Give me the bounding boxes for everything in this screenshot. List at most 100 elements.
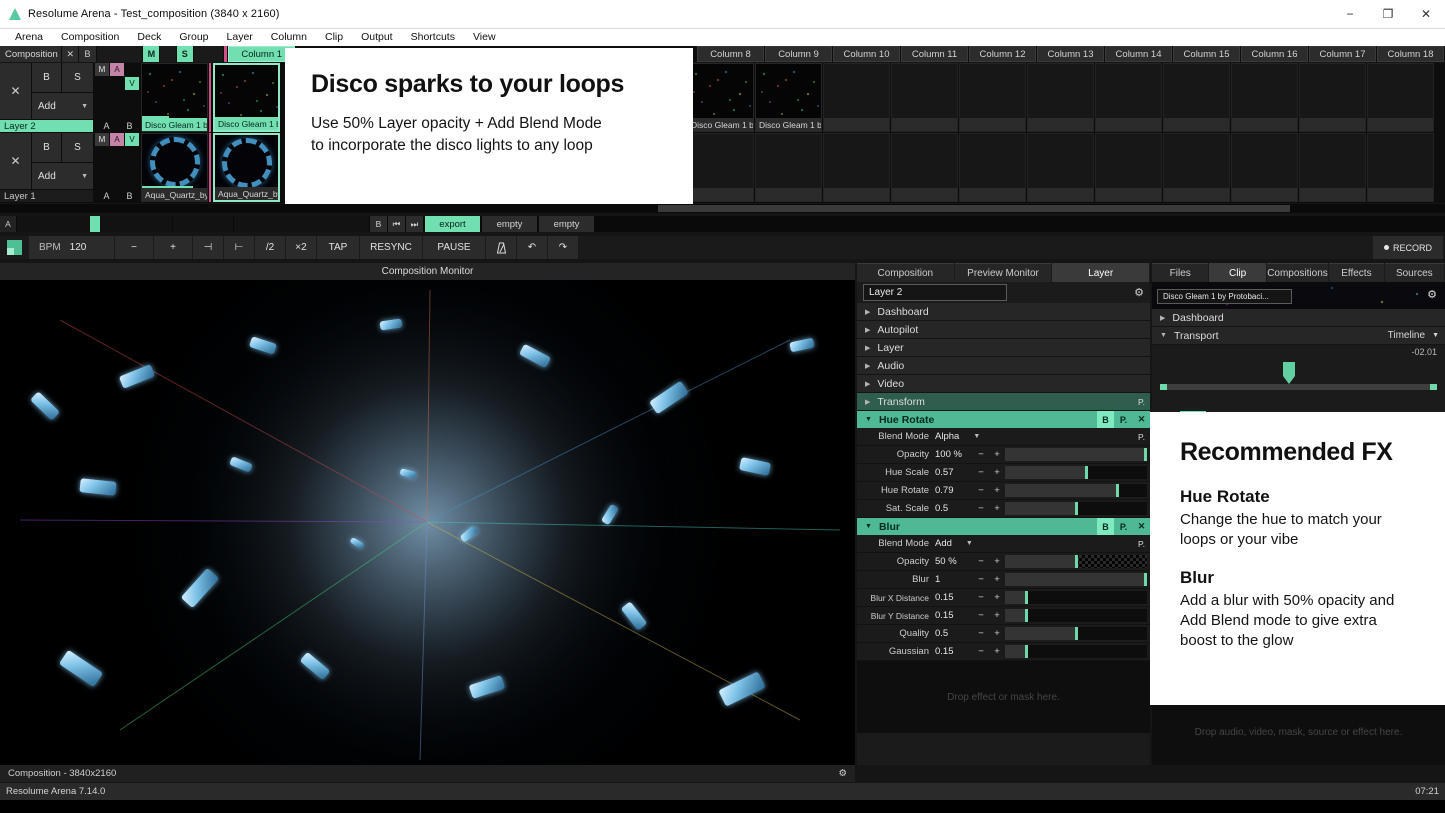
param-increase-button[interactable]: + xyxy=(989,503,1005,514)
param-increase-button[interactable]: + xyxy=(989,556,1005,567)
blend-mode-parameter-button[interactable]: P. xyxy=(1133,539,1150,549)
clip-cell-l2-c0[interactable]: Disco Gleam 1 by ... xyxy=(141,63,208,132)
param-decrease-button[interactable]: − xyxy=(973,628,989,639)
layer-1-name[interactable]: Layer 1 xyxy=(0,190,93,202)
column-header-17[interactable]: Column 17 xyxy=(1309,46,1376,62)
nudge-right-button[interactable]: ⊢ xyxy=(224,236,254,259)
tab-compositions[interactable]: Compositions xyxy=(1267,263,1328,282)
tab-files[interactable]: Files xyxy=(1152,263,1208,282)
menu-deck[interactable]: Deck xyxy=(128,29,170,46)
composition-close-button[interactable]: ✕ xyxy=(62,46,78,62)
deck-a-crossfade-track[interactable] xyxy=(17,216,172,232)
param-value[interactable]: 0.5 xyxy=(935,503,973,514)
clip-section-dashboard[interactable]: ▶Dashboard xyxy=(1152,309,1445,327)
clip-cell-l1-c1[interactable]: Aqua_Quartz_by_... xyxy=(213,133,280,202)
composition-tab[interactable]: Composition xyxy=(0,46,61,62)
loop-out-marker[interactable] xyxy=(1430,384,1437,390)
transport-mode-value[interactable]: Timeline xyxy=(1388,330,1425,341)
param-value[interactable]: 0.15 xyxy=(935,646,973,657)
param-value[interactable]: 0.5 xyxy=(935,628,973,639)
section-audio[interactable]: ▶Audio xyxy=(857,357,1150,375)
column-header-8[interactable]: Column 8 xyxy=(697,46,764,62)
layer-2-solo-button[interactable]: S xyxy=(62,63,93,92)
param-increase-button[interactable]: + xyxy=(989,449,1005,460)
composition-monitor[interactable] xyxy=(0,280,855,765)
effect-close-button[interactable]: ✕ xyxy=(1133,518,1150,535)
undo-button[interactable]: ↶ xyxy=(517,236,547,259)
effect-header-blur[interactable]: ▼ Blur B P. ✕ xyxy=(857,518,1150,535)
bpm-display[interactable]: BPM 120 xyxy=(29,236,114,259)
layer-2-b-label[interactable]: B xyxy=(118,120,141,132)
menu-shortcuts[interactable]: Shortcuts xyxy=(402,29,464,46)
bpm-double-button[interactable]: ×2 xyxy=(286,236,316,259)
param-increase-button[interactable]: + xyxy=(989,628,1005,639)
layer-effect-dropzone[interactable]: Drop effect or mask here. xyxy=(857,661,1150,733)
param-value[interactable]: 50 % xyxy=(935,556,973,567)
param-value[interactable]: 100 % xyxy=(935,449,973,460)
param-slider[interactable] xyxy=(1005,573,1147,586)
param-increase-button[interactable]: + xyxy=(989,610,1005,621)
deck-slot-empty-2[interactable]: empty xyxy=(539,216,594,232)
clip-cell-l2-c9[interactable]: Disco Gleam 1 by ... xyxy=(755,63,822,132)
clip-name-input[interactable] xyxy=(1157,289,1292,304)
tab-layer[interactable]: Layer xyxy=(1052,263,1149,282)
clip-cell-l1-c14[interactable] xyxy=(1095,133,1162,202)
effect-bypass-button[interactable]: B xyxy=(1097,518,1114,535)
layer-1-v-button[interactable]: V xyxy=(125,133,139,146)
param-slider[interactable] xyxy=(1005,466,1147,479)
deck-a-tag[interactable]: A xyxy=(0,216,16,232)
param-slider[interactable] xyxy=(1005,627,1147,640)
clip-dropzone[interactable]: Drop audio, video, mask, source or effec… xyxy=(1152,700,1445,765)
column-header-18[interactable]: Column 18 xyxy=(1377,46,1444,62)
column-header-15[interactable]: Column 15 xyxy=(1173,46,1240,62)
tab-preview-monitor[interactable]: Preview Monitor xyxy=(955,263,1052,282)
section-transform[interactable]: ▶ Transform P. xyxy=(857,393,1150,411)
param-decrease-button[interactable]: − xyxy=(973,467,989,478)
tab-sources[interactable]: Sources xyxy=(1385,263,1444,282)
loop-in-marker[interactable] xyxy=(1160,384,1167,390)
layer-2-close-button[interactable]: ✕ xyxy=(0,63,31,119)
param-decrease-button[interactable]: − xyxy=(973,592,989,603)
layer-1-solo-button[interactable]: S xyxy=(62,133,93,162)
menu-clip[interactable]: Clip xyxy=(316,29,352,46)
layer-1-m-button[interactable]: M xyxy=(95,133,109,146)
section-dashboard[interactable]: ▶Dashboard xyxy=(857,303,1150,321)
param-slider[interactable] xyxy=(1005,448,1147,461)
param-decrease-button[interactable]: − xyxy=(973,610,989,621)
close-button[interactable]: ✕ xyxy=(1407,0,1445,29)
layer-name-input[interactable] xyxy=(863,284,1007,301)
effect-close-button[interactable]: ✕ xyxy=(1133,411,1150,428)
blend-mode-parameter-button[interactable]: P. xyxy=(1133,432,1150,442)
deck-prev-button[interactable]: ⏮ xyxy=(388,216,405,232)
composition-bypass-button[interactable]: B xyxy=(79,46,95,62)
deck-slot-empty-1[interactable]: empty xyxy=(482,216,537,232)
deck-next-button[interactable]: ⏭ xyxy=(406,216,423,232)
clip-cell-l2-c16[interactable] xyxy=(1231,63,1298,132)
param-value[interactable]: 0.15 xyxy=(935,610,973,621)
param-slider[interactable] xyxy=(1005,502,1147,515)
column-header-12[interactable]: Column 12 xyxy=(969,46,1036,62)
tab-clip[interactable]: Clip xyxy=(1209,263,1265,282)
clip-cell-l2-c1[interactable]: Disco Gleam 1 by ... xyxy=(213,63,280,132)
param-slider[interactable] xyxy=(1005,555,1147,568)
param-increase-button[interactable]: + xyxy=(989,592,1005,603)
param-increase-button[interactable]: + xyxy=(989,467,1005,478)
clip-cell-l1-c10[interactable] xyxy=(823,133,890,202)
tab-effects[interactable]: Effects xyxy=(1329,263,1383,282)
scrollbar-thumb[interactable] xyxy=(658,205,1290,212)
section-layer[interactable]: ▶Layer xyxy=(857,339,1150,357)
resync-button[interactable]: RESYNC xyxy=(360,236,422,259)
clip-cell-l1-c12[interactable] xyxy=(959,133,1026,202)
layer-2-name[interactable]: Layer 2 xyxy=(0,120,93,132)
gear-icon[interactable]: ⚙ xyxy=(1427,288,1437,301)
clip-cell-l1-c8[interactable] xyxy=(687,133,754,202)
pause-button[interactable]: PAUSE xyxy=(423,236,485,259)
composition-mute-button[interactable]: M xyxy=(143,46,159,62)
gear-icon[interactable]: ⚙ xyxy=(838,768,847,779)
column-header-11[interactable]: Column 11 xyxy=(901,46,968,62)
chevron-down-icon[interactable]: ▼ xyxy=(1432,332,1439,339)
clip-cell-l2-c13[interactable] xyxy=(1027,63,1094,132)
clip-cell-l1-c13[interactable] xyxy=(1027,133,1094,202)
menu-column[interactable]: Column xyxy=(262,29,316,46)
gear-icon[interactable]: ⚙ xyxy=(1134,286,1144,299)
